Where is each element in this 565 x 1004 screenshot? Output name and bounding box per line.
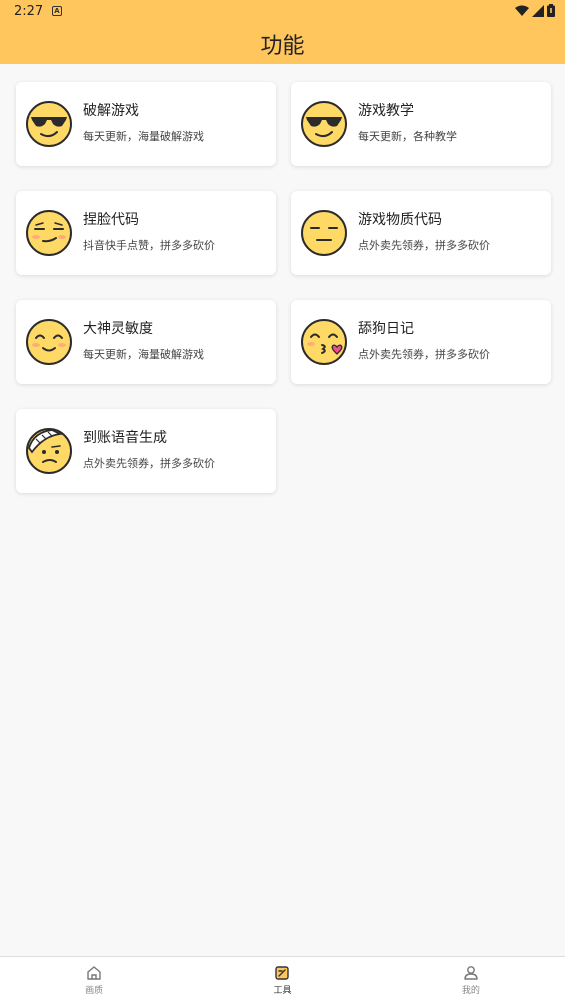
- sunglasses-face-icon: [301, 101, 347, 147]
- expressionless-face-icon: [301, 210, 347, 256]
- feature-card-item-code[interactable]: 游戏物质代码 点外卖先领券，拼多多砍价: [291, 191, 551, 275]
- status-icons: [515, 4, 555, 17]
- nav-label: 我的: [461, 986, 480, 996]
- feature-card-diary[interactable]: 舔狗日记 点外卖先领券，拼多多砍价: [291, 300, 551, 384]
- nav-item-tools[interactable]: 工具: [188, 957, 376, 1004]
- wifi-icon: [515, 5, 529, 16]
- tools-icon: [275, 966, 290, 980]
- card-subtitle: 抖音快手点赞，拼多多砍价: [83, 239, 215, 252]
- nav-item-quality[interactable]: 画质: [0, 957, 188, 1004]
- feature-card-sensitivity[interactable]: 大神灵敏度 每天更新，海量破解游戏: [16, 300, 276, 384]
- signal-icon: [532, 4, 544, 17]
- card-title: 到账语音生成: [83, 430, 167, 446]
- user-icon: [464, 966, 478, 980]
- feature-grid: 破解游戏 每天更新，海量破解游戏 游戏教学 每天更新，各种教学 捏脸代码 抖音快…: [16, 82, 551, 493]
- card-text: 游戏教学 每天更新，各种教学: [358, 103, 457, 144]
- bandaged-face-icon: [26, 428, 72, 474]
- page-title: 功能: [260, 34, 305, 59]
- card-text: 破解游戏 每天更新，海量破解游戏: [83, 103, 204, 144]
- feature-card-face-code[interactable]: 捏脸代码 抖音快手点赞，拼多多砍价: [16, 191, 276, 275]
- notification-icon: A: [52, 6, 62, 16]
- bottom-nav: 画质 工具 我的: [0, 956, 565, 1004]
- card-subtitle: 点外卖先领券，拼多多砍价: [358, 348, 490, 361]
- home-icon: [87, 966, 101, 980]
- card-subtitle: 每天更新，各种教学: [358, 130, 457, 143]
- nav-label: 工具: [273, 986, 292, 996]
- card-text: 舔狗日记 点外卖先领券，拼多多砍价: [358, 321, 490, 362]
- sunglasses-face-icon: [26, 101, 72, 147]
- app-root: 2:27 A 功能 破解游戏 每天更新，海量破解游戏 游戏教学 每天更新，各种教…: [0, 0, 565, 1004]
- card-subtitle: 点外卖先领券，拼多多砍价: [358, 239, 490, 252]
- card-title: 舔狗日记: [358, 321, 414, 337]
- header: 2:27 A 功能: [0, 0, 565, 64]
- card-title: 游戏教学: [358, 103, 414, 119]
- card-subtitle: 每天更新，海量破解游戏: [83, 348, 204, 361]
- smirk-face-icon: [26, 210, 72, 256]
- kissing-heart-face-icon: [301, 319, 347, 365]
- relieved-face-icon: [26, 319, 72, 365]
- feature-card-voice[interactable]: 到账语音生成 点外卖先领券，拼多多砍价: [16, 409, 276, 493]
- battery-icon: [547, 4, 555, 17]
- card-text: 捏脸代码 抖音快手点赞，拼多多砍价: [83, 212, 215, 253]
- card-title: 破解游戏: [83, 103, 139, 119]
- status-time: 2:27: [14, 4, 44, 19]
- card-title: 游戏物质代码: [358, 212, 442, 228]
- card-text: 游戏物质代码 点外卖先领券，拼多多砍价: [358, 212, 490, 253]
- card-text: 大神灵敏度 每天更新，海量破解游戏: [83, 321, 204, 362]
- card-text: 到账语音生成 点外卖先领券，拼多多砍价: [83, 430, 215, 471]
- card-subtitle: 点外卖先领券，拼多多砍价: [83, 457, 215, 470]
- nav-label: 画质: [85, 986, 104, 996]
- card-subtitle: 每天更新，海量破解游戏: [83, 130, 204, 143]
- feature-card-game-tutorial[interactable]: 游戏教学 每天更新，各种教学: [291, 82, 551, 166]
- nav-item-mine[interactable]: 我的: [377, 957, 565, 1004]
- card-title: 大神灵敏度: [83, 321, 153, 337]
- feature-card-crack-games[interactable]: 破解游戏 每天更新，海量破解游戏: [16, 82, 276, 166]
- card-title: 捏脸代码: [83, 212, 139, 228]
